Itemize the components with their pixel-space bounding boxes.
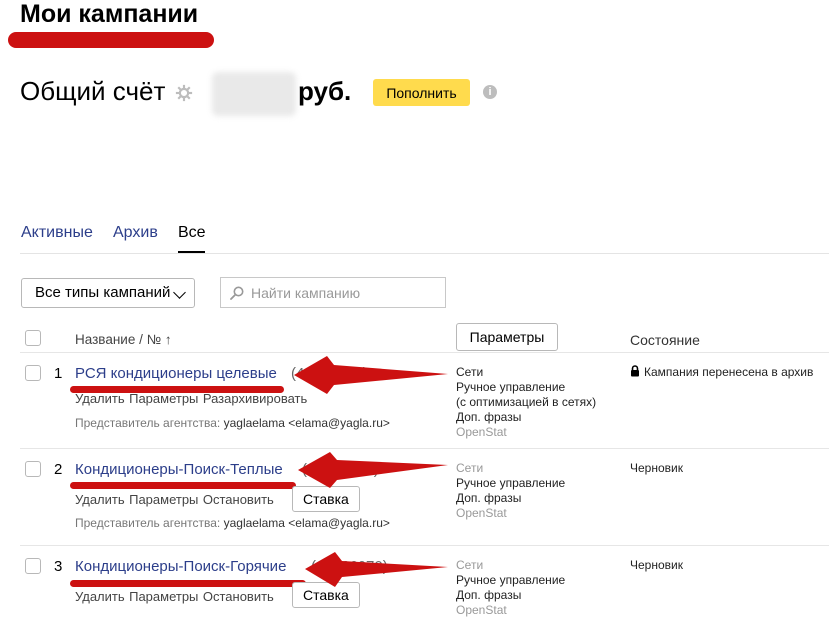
- parameters-link[interactable]: Параметры: [129, 391, 198, 406]
- page-title: Мои кампании: [20, 0, 199, 28]
- state-column-header: Состояние: [630, 332, 700, 348]
- param-networks: Сети: [456, 461, 484, 475]
- bid-button[interactable]: Ставка: [292, 486, 360, 512]
- stop-link[interactable]: Остановить: [203, 492, 274, 507]
- agency-rep-value: yaglaelama <elama@yagla.ru>: [223, 516, 390, 530]
- row-actions: Удалить Параметры Остановить: [75, 491, 274, 509]
- name-column-header[interactable]: Название / № ↑: [75, 332, 172, 347]
- campaign-type-select-value: Все типы кампаний: [35, 284, 171, 301]
- info-icon[interactable]: i: [483, 85, 497, 99]
- campaign-state: Черновик: [630, 461, 683, 475]
- param-strategy: Ручное управление: [456, 573, 566, 587]
- search-input[interactable]: [251, 278, 441, 307]
- param-strategy-note: (с оптимизацией в сетях): [456, 395, 597, 409]
- campaign-name-link[interactable]: РСЯ кондиционеры целевые: [75, 365, 277, 382]
- campaign-params: Сети Ручное управление Доп. фразы OpenSt…: [456, 461, 565, 521]
- param-strategy: Ручное управление: [456, 476, 566, 490]
- agency-representative: Представитель агентства: yaglaelama <ela…: [75, 416, 390, 430]
- row-checkbox[interactable]: [25, 365, 41, 381]
- delete-link[interactable]: Удалить: [75, 589, 125, 604]
- stop-link[interactable]: Остановить: [203, 589, 274, 604]
- tabs-divider: [20, 253, 829, 254]
- tab-active-campaigns[interactable]: Активные: [21, 224, 93, 242]
- row-number: 1: [54, 365, 63, 382]
- campaign-params: Сети Ручное управление Доп. фразы OpenSt…: [456, 558, 565, 618]
- param-openstat: OpenStat: [456, 506, 507, 520]
- campaign-name-link[interactable]: Кондиционеры-Поиск-Теплые: [75, 461, 283, 478]
- campaign-name-link[interactable]: Кондиционеры-Поиск-Горячие: [75, 558, 286, 575]
- account-title: Общий счёт: [20, 76, 166, 106]
- param-networks: Сети: [456, 365, 484, 379]
- blurred-balance: [212, 72, 296, 116]
- campaign-id: (40066070): [311, 558, 388, 575]
- select-all-checkbox[interactable]: [25, 330, 41, 346]
- row-checkbox[interactable]: [25, 558, 41, 574]
- chevron-down-icon: [173, 286, 186, 299]
- parameters-link[interactable]: Параметры: [129, 589, 198, 604]
- campaign-state-text: Кампания перенесена в архив: [644, 365, 814, 379]
- campaign-search[interactable]: [220, 277, 446, 308]
- bid-button[interactable]: Ставка: [292, 582, 360, 608]
- param-extra-phrases: Доп. фразы: [456, 588, 522, 602]
- row-divider: [20, 448, 829, 449]
- campaign-params: Сети Ручное управление (с оптимизацией в…: [456, 365, 596, 440]
- campaign-id: (41759991): [291, 365, 368, 382]
- campaign-state: Черновик: [630, 558, 683, 572]
- param-extra-phrases: Доп. фразы: [456, 491, 522, 505]
- unarchive-link[interactable]: Разархивировать: [203, 391, 307, 406]
- param-extra-phrases: Доп. фразы: [456, 410, 522, 424]
- delete-link[interactable]: Удалить: [75, 391, 125, 406]
- title-highlight-underline: [8, 32, 214, 48]
- agency-rep-label: Представитель агентства:: [75, 516, 221, 530]
- param-networks: Сети: [456, 558, 484, 572]
- gear-icon[interactable]: [175, 84, 193, 102]
- agency-representative: Представитель агентства: yaglaelama <ela…: [75, 516, 390, 530]
- row-number: 2: [54, 461, 63, 478]
- row-actions: Удалить Параметры Разархивировать: [75, 390, 307, 408]
- annotation-underline: [70, 482, 296, 489]
- campaign-type-select[interactable]: Все типы кампаний: [21, 278, 195, 308]
- param-openstat: OpenStat: [456, 425, 507, 439]
- row-divider: [20, 545, 829, 546]
- tab-all[interactable]: Все: [178, 224, 206, 242]
- campaign-state: Кампания перенесена в архив: [630, 365, 813, 379]
- parameters-button[interactable]: Параметры: [456, 323, 558, 351]
- topup-button[interactable]: Пополнить: [373, 79, 470, 106]
- tab-archive[interactable]: Архив: [113, 224, 158, 242]
- row-number: 3: [54, 558, 63, 575]
- annotation-underline: [70, 580, 306, 587]
- row-actions: Удалить Параметры Остановить: [75, 588, 274, 606]
- delete-link[interactable]: Удалить: [75, 492, 125, 507]
- lock-icon: [631, 365, 639, 377]
- row-checkbox[interactable]: [25, 461, 41, 477]
- param-strategy: Ручное управление: [456, 380, 566, 394]
- param-openstat: OpenStat: [456, 603, 507, 617]
- campaign-id: (40065550): [302, 461, 379, 478]
- balance-currency: руб.: [298, 76, 352, 106]
- parameters-link[interactable]: Параметры: [129, 492, 198, 507]
- header-divider: [20, 352, 829, 353]
- search-icon: [230, 286, 244, 300]
- agency-rep-label: Представитель агентства:: [75, 416, 221, 430]
- agency-rep-value: yaglaelama <elama@yagla.ru>: [223, 416, 390, 430]
